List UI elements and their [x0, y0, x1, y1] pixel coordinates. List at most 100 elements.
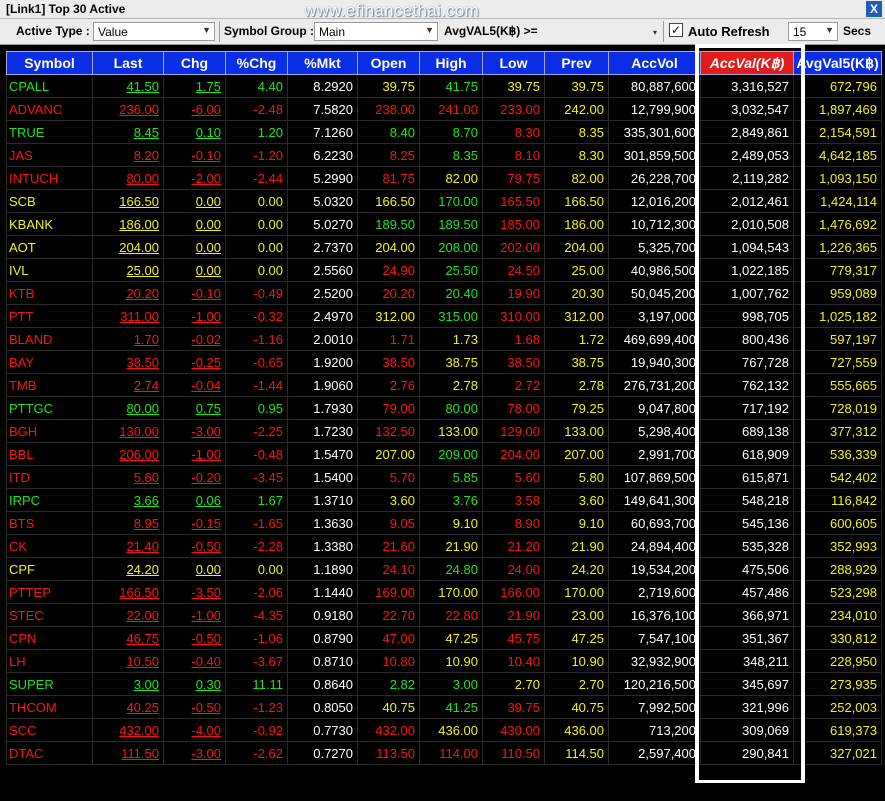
- table-row[interactable]: BAY 38.50 -0.25 -0.65 1.9200 38.50 38.75 38.50 3…: [6, 350, 882, 374]
- change-cell[interactable]: -2.00: [163, 166, 226, 190]
- last-price-link[interactable]: 40.25: [126, 700, 159, 715]
- column-header-chg[interactable]: Chg: [163, 51, 226, 75]
- table-row[interactable]: CPN 46.75 -0.50 -1.06 0.8790 47.00 47.25 45.75 4…: [6, 626, 882, 650]
- table-row[interactable]: KTB 20.20 -0.10 -0.49 2.5200 20.20 20.40 19.90 2…: [6, 281, 882, 305]
- last-price-link[interactable]: 206.00: [119, 447, 159, 462]
- last-price-cell[interactable]: 166.50: [92, 189, 164, 213]
- change-link[interactable]: 0.00: [196, 240, 221, 255]
- change-cell[interactable]: -0.20: [163, 465, 226, 489]
- change-link[interactable]: 0.00: [196, 194, 221, 209]
- last-price-cell[interactable]: 130.00: [92, 419, 164, 443]
- last-price-link[interactable]: 204.00: [119, 240, 159, 255]
- change-link[interactable]: -0.15: [191, 516, 221, 531]
- last-price-link[interactable]: 111.50: [121, 746, 159, 761]
- table-row[interactable]: IRPC 3.66 0.06 1.67 1.3710 3.60 3.76 3.58 3.60 14…: [6, 488, 882, 512]
- last-price-link[interactable]: 38.50: [126, 355, 159, 370]
- table-row[interactable]: STEC 22.00 -1.00 -4.35 0.9180 22.70 22.80 21.90…: [6, 603, 882, 627]
- last-price-cell[interactable]: 8.45: [92, 120, 164, 144]
- change-link[interactable]: -0.50: [191, 631, 221, 646]
- table-row[interactable]: IVL 25.00 0.00 0.00 2.5560 24.90 25.50 24.50 25.…: [6, 258, 882, 282]
- last-price-link[interactable]: 8.95: [134, 516, 159, 531]
- column-header-prev[interactable]: Prev: [544, 51, 609, 75]
- change-cell[interactable]: -0.25: [163, 350, 226, 374]
- last-price-cell[interactable]: 8.95: [92, 511, 164, 535]
- change-link[interactable]: -1.00: [191, 447, 221, 462]
- last-price-link[interactable]: 41.50: [126, 79, 159, 94]
- change-link[interactable]: -3.00: [191, 746, 221, 761]
- table-row[interactable]: THCOM 40.25 -0.50 -1.23 0.8050 40.75 41.25 39.7…: [6, 695, 882, 719]
- last-price-cell[interactable]: 21.40: [92, 534, 164, 558]
- last-price-cell[interactable]: 41.50: [92, 74, 164, 98]
- column-header-last[interactable]: Last: [92, 51, 164, 75]
- table-row[interactable]: DTAC 111.50 -3.00 -2.62 0.7270 113.50 114.00 11…: [6, 741, 882, 765]
- table-row[interactable]: KBANK 186.00 0.00 0.00 5.0270 189.50 189.50 185…: [6, 212, 882, 236]
- change-link[interactable]: 0.00: [196, 217, 221, 232]
- refresh-seconds-select[interactable]: 15 ▼: [788, 22, 838, 41]
- last-price-cell[interactable]: 80.00: [92, 166, 164, 190]
- change-link[interactable]: 0.10: [196, 125, 221, 140]
- last-price-link[interactable]: 166.50: [119, 194, 159, 209]
- last-price-cell[interactable]: 8.20: [92, 143, 164, 167]
- change-link[interactable]: 0.00: [196, 263, 221, 278]
- column-header--mkt[interactable]: %Mkt: [287, 51, 358, 75]
- change-cell[interactable]: 0.00: [163, 235, 226, 259]
- change-link[interactable]: -4.00: [191, 723, 221, 738]
- change-cell[interactable]: 0.06: [163, 488, 226, 512]
- last-price-link[interactable]: 22.00: [126, 608, 159, 623]
- table-row[interactable]: SCC 432.00 -4.00 -0.92 0.7730 432.00 436.00 430…: [6, 718, 882, 742]
- change-link[interactable]: -0.40: [191, 654, 221, 669]
- change-cell[interactable]: -0.10: [163, 281, 226, 305]
- table-row[interactable]: BTS 8.95 -0.15 -1.65 1.3630 9.05 9.10 8.90 9.10 6…: [6, 511, 882, 535]
- last-price-link[interactable]: 8.45: [134, 125, 159, 140]
- column-header-low[interactable]: Low: [482, 51, 545, 75]
- change-cell[interactable]: -1.00: [163, 304, 226, 328]
- auto-refresh-checkbox[interactable]: ✓: [669, 23, 683, 37]
- column-header-accvol[interactable]: AccVol: [608, 51, 701, 75]
- change-link[interactable]: -0.50: [191, 539, 221, 554]
- change-link[interactable]: -0.10: [191, 286, 221, 301]
- table-row[interactable]: TMB 2.74 -0.04 -1.44 1.9060 2.76 2.78 2.72 2.78 2…: [6, 373, 882, 397]
- column-header-open[interactable]: Open: [357, 51, 420, 75]
- change-link[interactable]: 0.06: [196, 493, 221, 508]
- change-link[interactable]: -0.25: [191, 355, 221, 370]
- change-link[interactable]: 0.00: [196, 562, 221, 577]
- change-cell[interactable]: -0.02: [163, 327, 226, 351]
- last-price-cell[interactable]: 1.70: [92, 327, 164, 351]
- last-price-link[interactable]: 10.50: [126, 654, 159, 669]
- close-button[interactable]: X: [866, 1, 882, 17]
- last-price-cell[interactable]: 22.00: [92, 603, 164, 627]
- column-header-accval-k[interactable]: AccVal(K฿): [700, 51, 794, 75]
- table-row[interactable]: PTT 311.00 -1.00 -0.32 2.4970 312.00 315.00 310…: [6, 304, 882, 328]
- last-price-cell[interactable]: 432.00: [92, 718, 164, 742]
- last-price-cell[interactable]: 186.00: [92, 212, 164, 236]
- last-price-cell[interactable]: 46.75: [92, 626, 164, 650]
- last-price-link[interactable]: 21.40: [126, 539, 159, 554]
- change-link[interactable]: 0.75: [196, 401, 221, 416]
- last-price-link[interactable]: 2.74: [134, 378, 159, 393]
- last-price-cell[interactable]: 25.00: [92, 258, 164, 282]
- change-cell[interactable]: -0.10: [163, 143, 226, 167]
- avgval-filter-input[interactable]: ▾: [542, 22, 660, 41]
- last-price-link[interactable]: 236.00: [119, 102, 159, 117]
- table-row[interactable]: AOT 204.00 0.00 0.00 2.7370 204.00 208.00 202.0…: [6, 235, 882, 259]
- change-link[interactable]: -0.50: [191, 700, 221, 715]
- last-price-link[interactable]: 186.00: [119, 217, 159, 232]
- change-cell[interactable]: -0.50: [163, 534, 226, 558]
- change-link[interactable]: -3.50: [191, 585, 221, 600]
- table-row[interactable]: BBL 206.00 -1.00 -0.48 1.5470 207.00 209.00 204…: [6, 442, 882, 466]
- change-link[interactable]: -0.20: [191, 470, 221, 485]
- change-cell[interactable]: 0.00: [163, 258, 226, 282]
- table-row[interactable]: JAS 8.20 -0.10 -1.20 6.2230 8.25 8.35 8.10 8.30 3…: [6, 143, 882, 167]
- change-link[interactable]: -2.00: [191, 171, 221, 186]
- last-price-cell[interactable]: 40.25: [92, 695, 164, 719]
- table-row[interactable]: CPALL 41.50 1.75 4.40 8.2920 39.75 41.75 39.75 3…: [6, 74, 882, 98]
- change-link[interactable]: -0.10: [191, 148, 221, 163]
- change-link[interactable]: -6.00: [191, 102, 221, 117]
- table-row[interactable]: PTTGC 80.00 0.75 0.95 1.7930 79.00 80.00 78.00 7…: [6, 396, 882, 420]
- last-price-cell[interactable]: 206.00: [92, 442, 164, 466]
- last-price-link[interactable]: 46.75: [126, 631, 159, 646]
- last-price-cell[interactable]: 311.00: [92, 304, 164, 328]
- table-row[interactable]: ITD 5.60 -0.20 -3.45 1.5400 5.70 5.85 5.60 5.80 1…: [6, 465, 882, 489]
- column-header-high[interactable]: High: [419, 51, 483, 75]
- change-cell[interactable]: -0.15: [163, 511, 226, 535]
